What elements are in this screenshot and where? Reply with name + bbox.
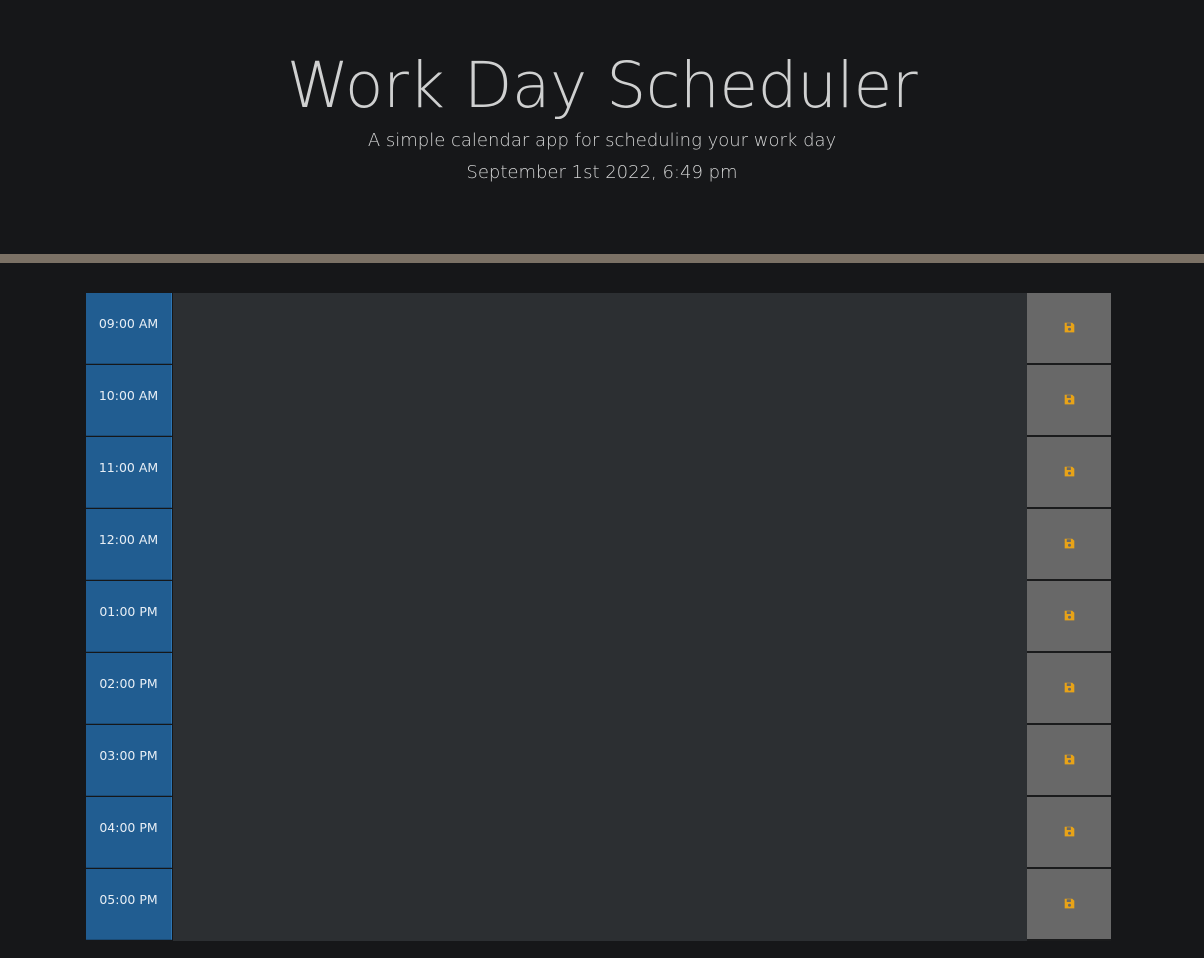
current-datetime: September 1st 2022, 6:49 pm [466,162,738,183]
floppy-disk-icon [1064,826,1075,837]
hour-label: 10:00 AM [86,365,172,436]
time-block-row: 11:00 AM [86,437,1111,509]
event-description-input[interactable] [173,797,1027,869]
page-title: Work Day Scheduler [286,49,918,122]
event-description-input[interactable] [173,437,1027,509]
floppy-disk-icon [1064,394,1075,405]
page-subtitle: A simple calendar app for scheduling you… [367,130,837,151]
time-block-row: 04:00 PM [86,797,1111,869]
time-block-row: 09:00 AM [86,293,1111,365]
event-description-input[interactable] [173,725,1027,797]
save-button[interactable] [1027,581,1111,653]
hour-label: 09:00 AM [86,293,172,364]
floppy-disk-icon [1064,610,1075,621]
hour-label: 04:00 PM [86,797,172,868]
event-description-input[interactable] [173,653,1027,725]
event-description-input[interactable] [173,581,1027,653]
event-description-input[interactable] [173,869,1027,941]
floppy-disk-icon [1064,538,1075,549]
floppy-disk-icon [1064,898,1075,909]
floppy-disk-icon [1064,322,1075,333]
floppy-disk-icon [1064,754,1075,765]
header: Work Day Scheduler A simple calendar app… [0,0,1204,254]
time-block-row: 10:00 AM [86,365,1111,437]
scheduler-container: 09:00 AM 10:00 AM 11:00 AM 12:00 AM 01:0… [86,293,1111,941]
time-block-row: 02:00 PM [86,653,1111,725]
event-description-input[interactable] [173,365,1027,437]
floppy-disk-icon [1064,466,1075,477]
hour-label: 05:00 PM [86,869,172,940]
time-block-row: 03:00 PM [86,725,1111,797]
save-button[interactable] [1027,293,1111,365]
header-divider [0,254,1204,263]
event-description-input[interactable] [173,293,1027,365]
time-block-row: 12:00 AM [86,509,1111,581]
hour-label: 12:00 AM [86,509,172,580]
hour-label: 01:00 PM [86,581,172,652]
save-button[interactable] [1027,797,1111,869]
hour-label: 03:00 PM [86,725,172,796]
save-button[interactable] [1027,437,1111,509]
hour-label: 02:00 PM [86,653,172,724]
save-button[interactable] [1027,869,1111,941]
floppy-disk-icon [1064,682,1075,693]
time-block-row: 05:00 PM [86,869,1111,941]
save-button[interactable] [1027,509,1111,581]
event-description-input[interactable] [173,509,1027,581]
time-block-row: 01:00 PM [86,581,1111,653]
save-button[interactable] [1027,365,1111,437]
save-button[interactable] [1027,725,1111,797]
save-button[interactable] [1027,653,1111,725]
hour-label: 11:00 AM [86,437,172,508]
